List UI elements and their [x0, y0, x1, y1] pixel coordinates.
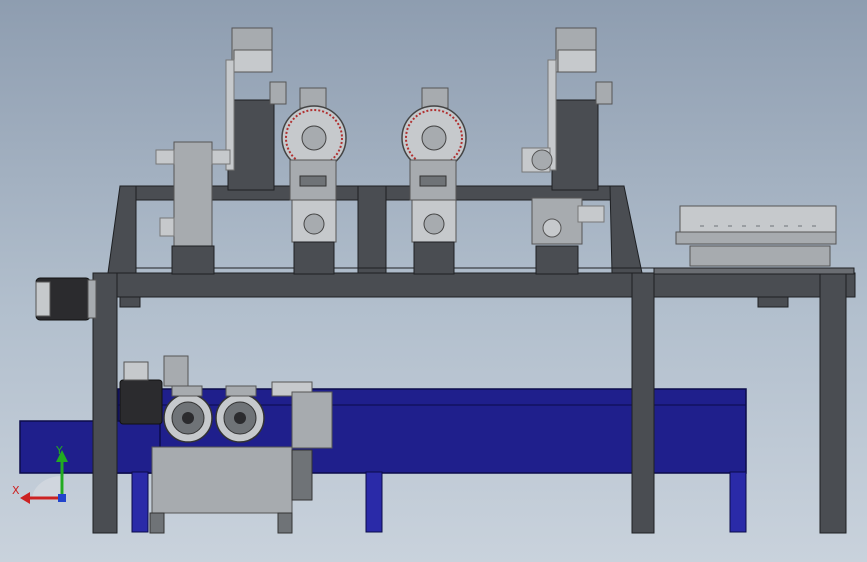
gantry-leg-left [107, 185, 137, 274]
axis-x-label: X [12, 484, 20, 497]
cad-viewport[interactable]: Y X [0, 0, 867, 562]
frame-top-rail [92, 272, 856, 298]
left-drive-motor[interactable] [35, 277, 97, 321]
brush-unit-2[interactable] [401, 87, 467, 275]
machine-front-view[interactable]: Y X [0, 0, 867, 562]
left-column-head[interactable] [155, 27, 287, 275]
conveyor-leg [365, 471, 383, 533]
conveyor-leg [729, 471, 747, 533]
frame-leg-left [92, 272, 118, 534]
frame-bracket [119, 296, 141, 308]
conveyor-belt-lower [19, 420, 161, 474]
frame-leg-mid [631, 272, 655, 534]
frame-bracket [757, 296, 789, 308]
frame-leg-right [819, 272, 847, 534]
gantry-leg-right [609, 185, 643, 274]
right-column-head[interactable] [521, 27, 613, 275]
roller-table[interactable] [675, 205, 837, 267]
axis-y-label: Y [55, 444, 63, 457]
conveyor-leg [131, 471, 149, 533]
side-conveyor-rail [653, 267, 855, 275]
gantry-leg-center [357, 185, 387, 274]
brush-unit-1[interactable] [281, 87, 347, 275]
